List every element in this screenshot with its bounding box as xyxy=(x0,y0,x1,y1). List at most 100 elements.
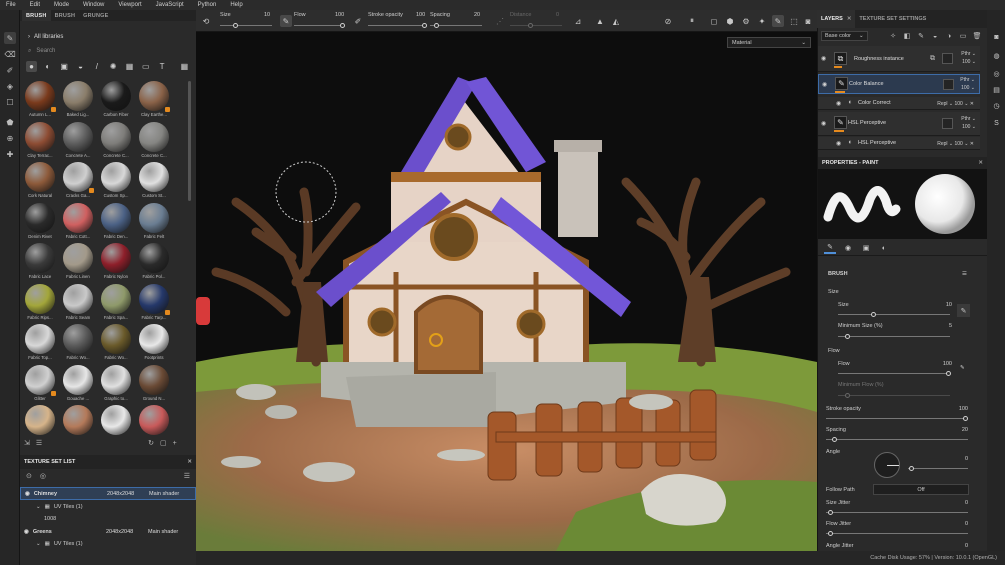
smart-material-filter-icon[interactable]: ◐ xyxy=(42,61,53,72)
size-slider-knob[interactable] xyxy=(233,23,238,28)
flow-value[interactable]: 100 xyxy=(930,361,952,367)
min-size-slider-knob[interactable] xyxy=(845,334,850,339)
settings-icon[interactable]: ⚙ xyxy=(740,15,752,27)
eye-icon[interactable]: ◉ xyxy=(836,140,841,147)
add-mask-icon[interactable]: ◧ xyxy=(903,32,912,40)
menu-mode[interactable]: Mode xyxy=(54,2,69,8)
texture-filter-icon[interactable]: ▦ xyxy=(124,61,135,72)
eye-icon[interactable]: ◉ xyxy=(822,81,827,88)
smudge-icon[interactable]: ☐ xyxy=(4,96,16,108)
angle-slider[interactable] xyxy=(908,468,968,469)
material-filter-icon[interactable]: ● xyxy=(26,60,37,72)
size-jitter-knob[interactable] xyxy=(828,510,833,515)
distance-slider[interactable] xyxy=(510,25,562,26)
history-icon[interactable]: ◷ xyxy=(991,100,1002,111)
camera-icon[interactable]: ◻ xyxy=(708,15,720,27)
spacing-slider[interactable] xyxy=(826,439,968,440)
material-tile[interactable]: Fabric Wo... xyxy=(98,324,134,365)
paint-mode-icon[interactable]: ✎ xyxy=(772,15,784,27)
size-value[interactable]: 10 xyxy=(930,302,952,308)
uv-tiles-row[interactable]: ⌄ ▦ UV Tiles (1) xyxy=(36,501,83,513)
pen-pressure-icon[interactable]: ✎ xyxy=(280,15,292,27)
folder-icon[interactable]: ▢ xyxy=(160,439,167,447)
lazy-mouse-icon[interactable]: ⋰ xyxy=(494,15,506,27)
stroke-opacity-value[interactable]: 100 xyxy=(416,12,425,18)
layer-roughness-instance[interactable]: ◉ ⧉ Roughness instance ⧉ Pthr ⌄ 100 ⌄ xyxy=(818,46,980,72)
menu-help[interactable]: Help xyxy=(230,2,242,8)
size-jitter-slider[interactable] xyxy=(826,512,968,513)
search-input[interactable]: Search xyxy=(36,48,55,54)
material-tile[interactable]: Carbon Fiber xyxy=(98,81,134,122)
angle-dial[interactable] xyxy=(874,452,900,478)
material-tile[interactable]: Graphic to... xyxy=(98,364,134,406)
material-tab-icon[interactable]: ◉ xyxy=(842,242,854,254)
material-tile[interactable]: Fabric Den... xyxy=(98,202,134,244)
layer-hsl-perceptive[interactable]: ◉ ✎ HSL Perceptive Pthr ⌄ 100 ⌄ xyxy=(818,112,980,136)
material-tile[interactable]: Baked Lig... xyxy=(60,81,96,122)
flow-slider-knob[interactable] xyxy=(340,23,345,28)
effect-color-correct[interactable]: ◉ ◐ Color Correct Repl ⌄ 100 ⌄ ✕ xyxy=(818,97,980,110)
stencil-tab-icon[interactable]: ▣ xyxy=(860,242,872,254)
camera-icon[interactable]: ◙ xyxy=(991,32,1002,43)
material-tile[interactable]: Custom Sp... xyxy=(98,162,134,203)
layer-mask-thumb[interactable] xyxy=(942,53,953,64)
cube-icon[interactable]: ⬢ xyxy=(724,15,736,27)
material-tile[interactable]: Fabric Wo... xyxy=(60,324,96,365)
material-tile[interactable]: Custom St... xyxy=(136,162,172,203)
refresh-icon[interactable]: ↻ xyxy=(148,439,154,447)
size-slider[interactable] xyxy=(838,314,950,315)
material-tile[interactable]: Denim Rivet xyxy=(22,202,58,244)
brush-filter-icon[interactable]: / xyxy=(91,61,102,72)
material-tile[interactable]: Fabric Seam xyxy=(60,283,96,325)
smart-mask-filter-icon[interactable]: ◒ xyxy=(75,61,86,72)
material-tile[interactable]: Gouache ... xyxy=(60,364,96,406)
backface-icon[interactable]: ◭ xyxy=(610,15,622,27)
hide-icon[interactable]: ⊘ xyxy=(662,15,674,27)
layer-blend[interactable]: Pthr ⌄ 100 ⌄ xyxy=(961,115,976,131)
min-size-value[interactable]: 5 xyxy=(930,323,952,329)
screenshot-icon[interactable]: ◙ xyxy=(802,15,814,27)
color-tab-icon[interactable]: ◐ xyxy=(878,242,890,254)
alignment-icon[interactable]: ▲ xyxy=(594,15,606,27)
stroke-opacity-value[interactable]: 100 xyxy=(946,406,968,412)
texture-set-shader[interactable]: Main shader xyxy=(148,529,194,535)
add-effect-icon[interactable]: ✧ xyxy=(889,32,898,40)
size-slider-knob[interactable] xyxy=(871,312,876,317)
menu-file[interactable]: File xyxy=(6,2,16,8)
pause-icon[interactable]: ⏸ xyxy=(686,15,698,27)
layer-blend[interactable]: Pthr ⌄ 100 ⌄ xyxy=(960,76,975,92)
uv-tile-id[interactable]: 1008 xyxy=(44,513,56,525)
distance-value[interactable]: 0 xyxy=(556,12,559,18)
material-tile[interactable]: Fabric Spa... xyxy=(98,283,134,325)
texture-set-shader[interactable]: Main shader xyxy=(149,491,195,497)
angle-jitter-value[interactable]: 0 xyxy=(946,543,968,549)
material-tile[interactable]: Fabric Lace xyxy=(22,243,58,284)
symmetry-icon[interactable]: ⟲ xyxy=(200,15,212,27)
stroke-opacity-knob[interactable] xyxy=(422,23,427,28)
texture-set-row-greens[interactable]: ◉ Greens 2048x2048 Main shader xyxy=(20,525,196,538)
image-filter-icon[interactable]: ▭ xyxy=(140,61,151,72)
layer-mask-thumb[interactable] xyxy=(943,79,954,90)
material-tile[interactable]: Fabric Rips... xyxy=(22,283,58,325)
menu-python[interactable]: Python xyxy=(198,2,217,8)
texture-set-row-chimney[interactable]: ◉ Chimney 2048x2048 Main shader xyxy=(20,487,196,500)
material-tile[interactable]: Clay Terrac... xyxy=(22,121,58,163)
eye-icon[interactable]: ◉ xyxy=(821,120,826,127)
min-size-slider[interactable] xyxy=(838,336,950,337)
library-selector[interactable]: › All libraries xyxy=(28,32,63,42)
spacing-value[interactable]: 20 xyxy=(474,12,480,18)
3d-viewport[interactable] xyxy=(196,32,817,551)
projection-icon[interactable]: ✐ xyxy=(4,64,16,76)
list-icon[interactable]: ☰ xyxy=(36,439,42,447)
stroke-opacity-slider[interactable] xyxy=(826,418,968,419)
effect-blend[interactable]: Repl ⌄ 100 ⌄ ✕ xyxy=(937,140,974,148)
effect-blend[interactable]: Repl ⌄ 100 ⌄ ✕ xyxy=(937,100,974,108)
flow-jitter-slider[interactable] xyxy=(826,533,968,534)
flow-jitter-knob[interactable] xyxy=(828,531,833,536)
material-tile[interactable]: Cork Natural xyxy=(22,162,58,203)
distance-slider-knob[interactable] xyxy=(528,23,533,28)
stroke-opacity-knob[interactable] xyxy=(963,416,968,421)
stroke-opacity-slider[interactable] xyxy=(368,25,426,26)
menu-window[interactable]: Window xyxy=(83,2,104,8)
grid-view-icon[interactable]: ▦ xyxy=(179,61,190,72)
